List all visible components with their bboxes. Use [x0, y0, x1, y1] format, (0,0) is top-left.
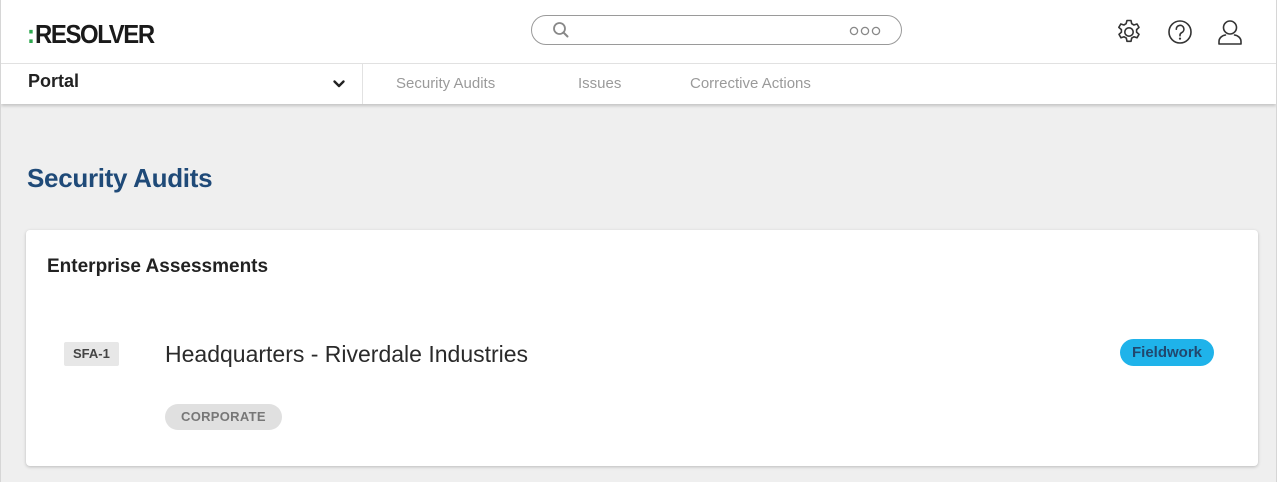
more-options-icon[interactable] [849, 26, 881, 36]
record-name[interactable]: Headquarters - Riverdale Industries [165, 341, 528, 368]
enterprise-assessments-card: Enterprise Assessments SFA-1 Headquarter… [26, 230, 1258, 466]
gear-icon[interactable] [1115, 18, 1143, 46]
record-tag: CORPORATE [165, 404, 282, 430]
search-input[interactable] [578, 20, 842, 42]
app-window: :RESOLVER Portal Security Audits Issues … [0, 0, 1277, 482]
card-title: Enterprise Assessments [47, 256, 269, 277]
tab-corrective-actions[interactable]: Corrective Actions [690, 75, 811, 92]
tab-security-audits[interactable]: Security Audits [396, 75, 495, 92]
chevron-down-icon[interactable] [332, 78, 346, 90]
logo-colon: : [27, 19, 35, 49]
page-title: Security Audits [27, 163, 213, 193]
portal-dropdown[interactable]: Portal [1, 64, 363, 104]
navigation-bar: Portal Security Audits Issues Corrective… [1, 64, 1276, 104]
top-header: :RESOLVER [1, 0, 1276, 64]
list-item[interactable]: SFA-1 Headquarters - Riverdale Industrie… [26, 320, 1258, 440]
status-badge: Fieldwork [1119, 339, 1214, 366]
logo-text: RESOLVER [34, 19, 155, 49]
user-icon[interactable] [1216, 18, 1244, 46]
portal-label: Portal [28, 71, 80, 91]
record-id-badge: SFA-1 [64, 342, 119, 366]
search-bar[interactable] [531, 15, 902, 45]
search-icon[interactable] [552, 21, 570, 39]
help-icon[interactable] [1166, 18, 1194, 46]
resolver-logo[interactable]: :RESOLVER [27, 19, 155, 49]
tab-issues[interactable]: Issues [578, 75, 621, 92]
